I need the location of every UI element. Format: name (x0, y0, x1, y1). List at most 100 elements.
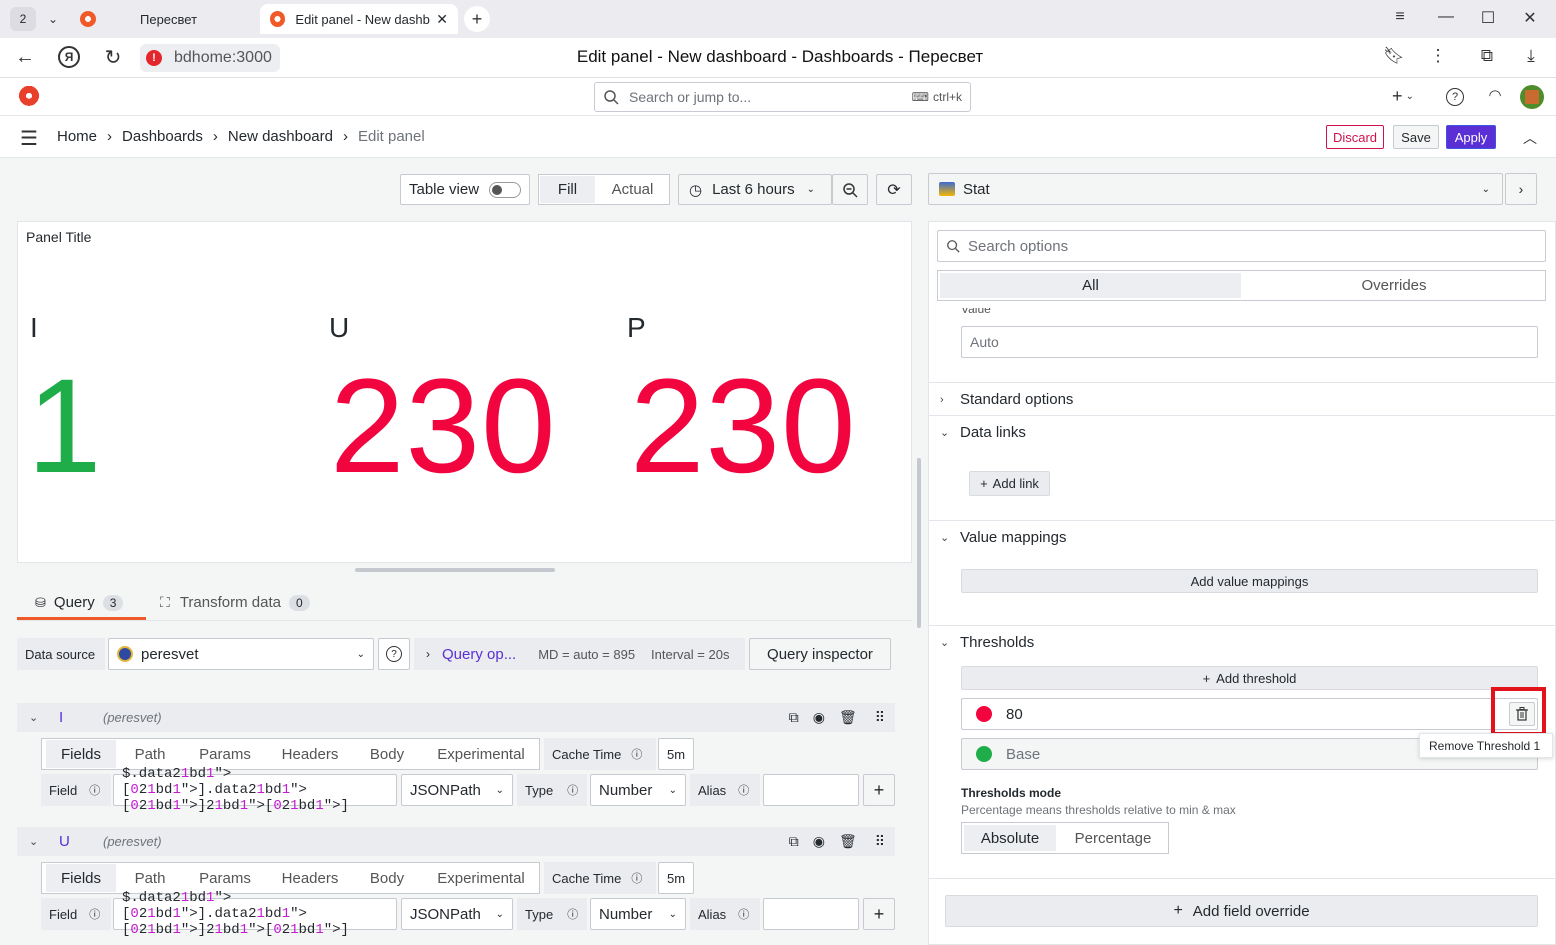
tab-all[interactable]: All (940, 273, 1241, 298)
scrollbar[interactable] (917, 458, 921, 628)
section-data-links[interactable]: ⌄ Data links (940, 424, 1026, 441)
drag-handle-icon[interactable]: ⠿ (875, 709, 885, 726)
discard-button[interactable]: Discard (1326, 125, 1384, 149)
search-input[interactable]: Search or jump to... ⌨ ctrl+k (594, 82, 971, 112)
collapse-options-button[interactable]: › (1505, 173, 1537, 205)
hamburger-menu-icon[interactable]: ☰ (18, 126, 40, 151)
threshold-color-swatch[interactable] (976, 706, 992, 722)
section-value-mappings[interactable]: ⌄ Value mappings (940, 529, 1066, 546)
query-subtab[interactable]: Path (119, 864, 181, 892)
news-icon[interactable]: ◠ (1486, 86, 1504, 104)
query-options[interactable]: › Query op... MD = auto = 895 Interval =… (414, 638, 745, 670)
query-subtab[interactable]: Params (182, 864, 268, 892)
duplicate-icon[interactable]: ⧉ (789, 709, 799, 726)
query-subtab[interactable]: Params (182, 740, 268, 768)
add-new-icon[interactable]: + ⌄ (1386, 86, 1420, 107)
query-name[interactable]: U (59, 833, 103, 850)
query-subtab[interactable]: Headers (269, 864, 351, 892)
value-input[interactable]: Auto (961, 326, 1538, 358)
avatar[interactable] (1520, 85, 1544, 109)
trash-icon[interactable]: 🗑︎ (839, 833, 857, 850)
new-tab-icon[interactable]: + (464, 6, 490, 32)
chevron-down-icon[interactable]: ⌄ (29, 711, 49, 724)
tab-query[interactable]: ⛁ Query 3 (17, 588, 146, 620)
threshold-color-swatch[interactable] (976, 746, 992, 762)
query-subtab[interactable]: Experimental (422, 740, 540, 768)
field-path-input[interactable]: $.data21bd1">[021bd1">].data21bd1">[021b… (113, 890, 397, 938)
logo-icon[interactable] (18, 85, 40, 109)
visualization-picker[interactable]: Stat ⌄ (928, 173, 1503, 205)
bookmark-icon[interactable]: 🔖︎ (1383, 46, 1405, 66)
browser-tab-1[interactable]: Пересвет (70, 4, 260, 34)
query-subtab[interactable]: Fields (46, 864, 116, 892)
eye-icon[interactable]: ◉ (813, 709, 825, 726)
save-button[interactable]: Save (1393, 125, 1439, 149)
query-subtab[interactable]: Headers (269, 740, 351, 768)
yandex-icon[interactable]: Я (58, 46, 80, 68)
close-window-icon[interactable]: ✕ (1520, 8, 1540, 28)
warning-icon[interactable]: ! (146, 50, 162, 66)
menu-icon[interactable]: ≡ (1390, 8, 1410, 26)
add-link-button[interactable]: + Add link (969, 471, 1050, 496)
chevron-down-icon[interactable]: ⌄ (29, 835, 49, 848)
toggle-switch[interactable] (489, 181, 522, 198)
datasource-picker[interactable]: peresvet ⌄ (108, 638, 374, 670)
add-field-button[interactable]: + (863, 898, 895, 930)
type-select[interactable]: Number ⌄ (590, 898, 686, 930)
breadcrumb-new-dashboard[interactable]: New dashboard (228, 128, 333, 145)
section-standard-options[interactable]: › Standard options (940, 391, 1073, 408)
more-icon[interactable]: ⋮ (1428, 46, 1448, 66)
query-inspector-button[interactable]: Query inspector (749, 638, 891, 670)
field-path-input[interactable]: $.data21bd1">[021bd1">].data21bd1">[021b… (113, 766, 397, 814)
query-name[interactable]: I (59, 709, 103, 726)
eye-icon[interactable]: ◉ (813, 833, 825, 850)
actual-option[interactable]: Actual (596, 181, 669, 198)
zoom-out-button[interactable] (832, 174, 868, 205)
mode-absolute[interactable]: Absolute (964, 825, 1056, 851)
cache-time-input[interactable]: 5m (658, 862, 694, 894)
query-subtab[interactable]: Body (352, 864, 422, 892)
apply-button[interactable]: Apply (1446, 125, 1496, 149)
add-field-override-button[interactable]: + Add field override (945, 895, 1538, 927)
cache-time-input[interactable]: 5m (658, 738, 694, 770)
chevron-up-icon[interactable]: ︿ (1520, 128, 1540, 148)
add-value-mappings-button[interactable]: Add value mappings (961, 569, 1538, 593)
breadcrumb-home[interactable]: Home (57, 128, 97, 145)
browser-tab-2[interactable]: Edit panel - New dashb ✕ (260, 4, 458, 34)
refresh-button[interactable]: ⟳ (876, 174, 912, 205)
help-icon[interactable]: ? (1446, 88, 1464, 106)
alias-input[interactable] (763, 774, 859, 806)
fill-option[interactable]: Fill (540, 176, 595, 203)
add-threshold-button[interactable]: + Add threshold (961, 666, 1538, 690)
query-subtab[interactable]: Body (352, 740, 422, 768)
drag-handle-icon[interactable]: ⠿ (875, 833, 885, 850)
query-row-header[interactable]: ⌄ I (peresvet) ⧉ ◉ 🗑︎ ⠿ (17, 703, 895, 732)
reload-icon[interactable]: ↻ (102, 45, 124, 70)
search-options-input[interactable]: Search options (937, 230, 1546, 262)
breadcrumb-dashboards[interactable]: Dashboards (122, 128, 203, 145)
add-field-button[interactable]: + (863, 774, 895, 806)
query-subtab[interactable]: Fields (46, 740, 116, 768)
table-view-toggle[interactable]: Table view (400, 174, 530, 205)
resize-handle[interactable] (355, 568, 555, 572)
threshold-input-1[interactable]: 80 (961, 698, 1538, 730)
duplicate-icon[interactable]: ⧉ (789, 833, 799, 850)
time-range-picker[interactable]: ◷ Last 6 hours ⌄ (678, 174, 832, 205)
datasource-help-button[interactable]: ? (378, 638, 410, 670)
parser-select[interactable]: JSONPath ⌄ (401, 774, 513, 806)
download-icon[interactable]: ⤓ (1520, 46, 1542, 66)
query-row-header[interactable]: ⌄ U (peresvet) ⧉ ◉ 🗑︎ ⠿ (17, 827, 895, 856)
alias-input[interactable] (763, 898, 859, 930)
type-select[interactable]: Number ⌄ (590, 774, 686, 806)
minimize-icon[interactable]: — (1436, 8, 1456, 26)
parser-select[interactable]: JSONPath ⌄ (401, 898, 513, 930)
query-subtab[interactable]: Path (119, 740, 181, 768)
mode-percentage[interactable]: Percentage (1058, 830, 1168, 847)
back-icon[interactable]: ← (14, 46, 36, 69)
query-subtab[interactable]: Experimental (422, 864, 540, 892)
section-thresholds[interactable]: ⌄ Thresholds (940, 634, 1034, 651)
trash-icon[interactable]: 🗑︎ (839, 709, 857, 726)
chevron-down-icon[interactable]: ⌄ (36, 12, 70, 26)
tab-count-button[interactable]: 2 (10, 7, 36, 31)
tab-overrides[interactable]: Overrides (1243, 277, 1545, 294)
